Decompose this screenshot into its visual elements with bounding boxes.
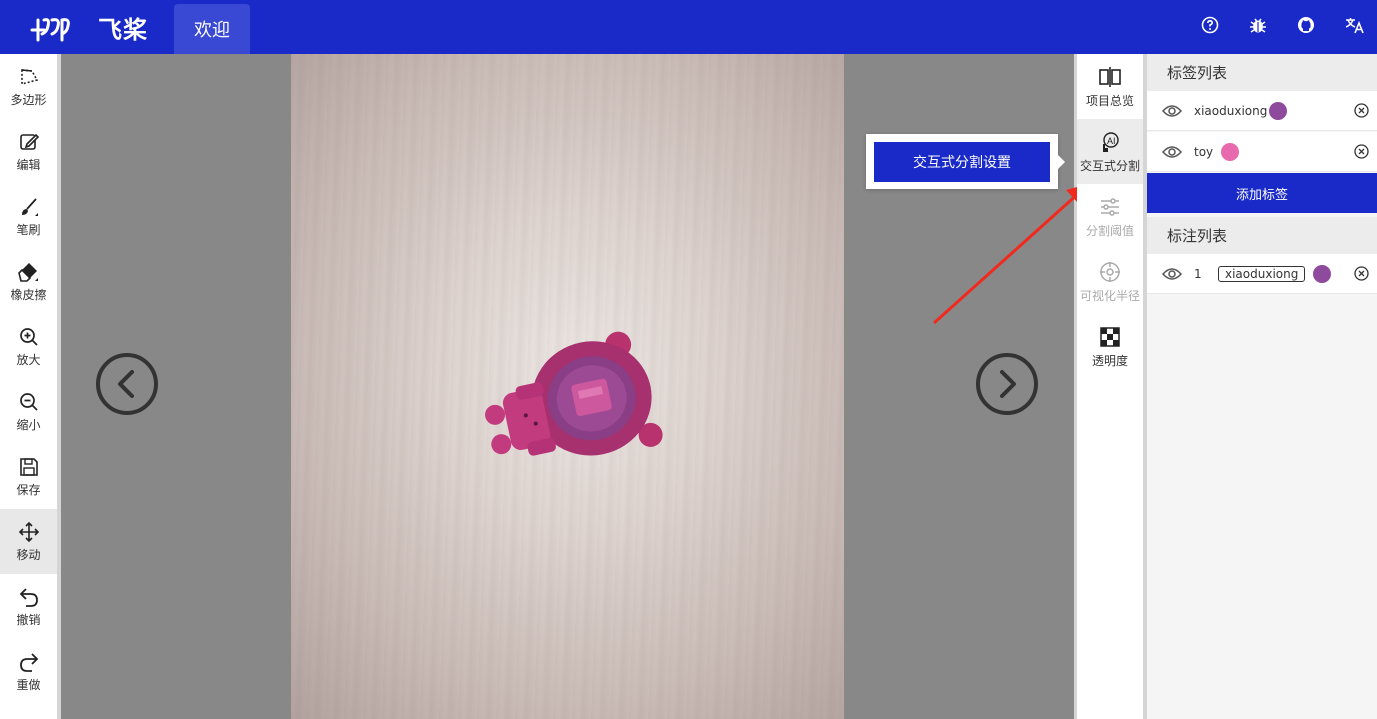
zoom-in-button[interactable]: 放大 [0,314,57,379]
zoom-out-label: 缩小 [16,417,41,432]
annotation-label-tag[interactable]: xiaoduxiong [1218,265,1306,282]
edit-tool-button[interactable]: 编辑 [0,119,57,184]
annotation-color-swatch[interactable] [1313,264,1331,283]
opacity-label: 透明度 [1091,353,1128,368]
annotation-list-header: 标注列表 [1147,217,1377,254]
save-button[interactable]: 保存 [0,444,57,509]
opacity-icon [1100,326,1120,347]
polygon-tool-label: 多边形 [10,92,47,107]
help-icon[interactable] [1199,14,1221,36]
save-label: 保存 [16,482,41,497]
segmentation-threshold-button[interactable]: 分割阈值 [1077,184,1143,249]
zoom-in-icon [19,327,38,346]
segmented-toy-mask [485,331,663,456]
polygon-icon [20,68,38,85]
eraser-tool-label: 橡皮擦 [10,287,47,302]
svg-text:AI: AI [1107,136,1116,146]
tab-welcome[interactable]: 欢迎 [174,4,250,54]
next-image-button[interactable] [975,352,1039,416]
brand-name: 飞桨 [98,15,148,44]
interactive-segmentation-button[interactable]: AI 交互式分割 [1077,119,1143,184]
brush-tool-label: 笔刷 [16,222,41,237]
github-icon[interactable] [1295,14,1317,36]
edit-tool-label: 编辑 [16,157,41,172]
move-tool-label: 移动 [16,547,41,562]
remove-label-icon[interactable] [1354,144,1369,159]
logo: 飞桨 [30,8,148,46]
move-tool-button[interactable]: 移动 [0,509,57,574]
brush-tool-button[interactable]: 笔刷 [0,184,57,249]
overview-icon [1099,66,1121,87]
threshold-icon [1101,197,1119,216]
annotation-index: 1 [1194,266,1202,281]
right-panel: 标签列表 xiaoduxiong toy 添加标签 标注列表 1 xiaodux… [1147,54,1377,719]
label-name: toy [1194,144,1214,159]
redo-icon [19,652,38,672]
ai-segment-icon: AI [1103,131,1119,152]
paddle-logo-icon [30,18,70,42]
eraser-icon [17,262,38,282]
label-list-header: 标签列表 [1147,54,1377,91]
prev-image-button[interactable] [95,352,159,416]
segmentation-threshold-label: 分割阈值 [1085,223,1134,238]
redo-label: 重做 [16,677,41,692]
interactive-segmentation-label: 交互式分割 [1079,158,1140,173]
right-toolbar: 项目总览 AI 交互式分割 分割阈值 可视化半径 透明度 [1077,54,1143,719]
undo-button[interactable]: 撤销 [0,574,57,639]
visual-radius-button[interactable]: 可视化半径 [1077,249,1143,314]
redo-button[interactable]: 重做 [0,639,57,704]
polygon-tool-button[interactable]: 多边形 [0,54,57,119]
annotated-photo[interactable] [291,54,844,719]
top-bar: 飞桨 欢迎 [0,0,1377,54]
eye-icon[interactable] [1162,267,1182,281]
zoom-out-button[interactable]: 缩小 [0,379,57,444]
red-pointer-arrow [932,184,1088,325]
visual-radius-label: 可视化半径 [1079,288,1140,303]
project-overview-button[interactable]: 项目总览 [1077,54,1143,119]
save-icon [19,457,38,476]
eye-icon[interactable] [1162,104,1182,118]
translate-icon[interactable] [1344,14,1366,36]
move-icon [18,521,39,542]
eraser-tool-button[interactable]: 橡皮擦 [0,249,57,314]
radius-icon [1100,261,1120,282]
label-row[interactable]: xiaoduxiong [1147,91,1377,131]
remove-label-icon[interactable] [1354,103,1369,118]
project-overview-label: 项目总览 [1085,93,1134,108]
label-name: xiaoduxiong [1194,103,1268,118]
opacity-button[interactable]: 透明度 [1077,314,1143,379]
undo-label: 撤销 [16,612,41,627]
edit-icon [19,133,39,150]
interactive-segmentation-popover: 交互式分割设置 [866,134,1065,189]
eye-icon[interactable] [1162,145,1182,159]
label-color-swatch[interactable] [1221,142,1239,161]
bug-icon[interactable] [1247,14,1269,36]
undo-icon [19,587,38,607]
interactive-segmentation-settings-button[interactable]: 交互式分割设置 [874,142,1050,182]
label-row[interactable]: toy [1147,132,1377,172]
zoom-out-icon [19,392,38,411]
left-toolbar: 多边形 编辑 笔刷 橡皮擦 放大 缩小 保存 移动 撤销 重做 [0,54,57,719]
remove-annotation-icon[interactable] [1354,266,1369,281]
annotation-row[interactable]: 1 xiaoduxiong [1147,254,1377,294]
label-color-swatch[interactable] [1269,101,1287,120]
add-label-button[interactable]: 添加标签 [1147,173,1377,213]
zoom-in-label: 放大 [16,352,41,367]
brush-icon [21,197,38,216]
